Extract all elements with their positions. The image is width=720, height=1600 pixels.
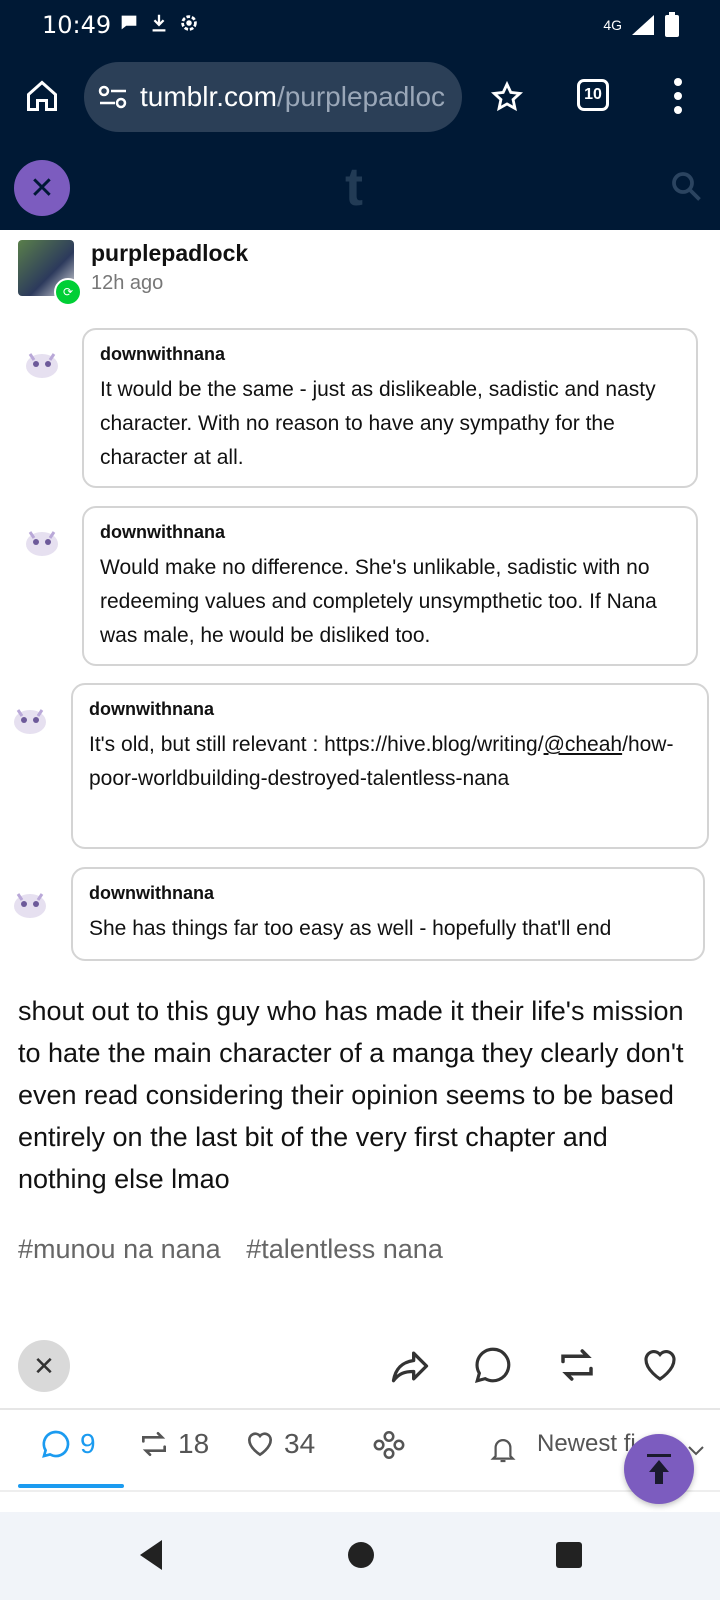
system-nav-bar	[0, 1512, 720, 1600]
home-button-icon[interactable]	[346, 1538, 376, 1572]
share-icon[interactable]	[388, 1344, 432, 1388]
reply-icon	[42, 1430, 70, 1458]
reply-text: It's old, but still relevant : https://h…	[89, 728, 691, 796]
dismiss-button[interactable]: ✕	[18, 1340, 70, 1392]
close-post-button[interactable]: ✕	[14, 160, 70, 216]
reply-text-part: It's old, but still relevant : https://h…	[89, 733, 544, 756]
tab-replies[interactable]: 9	[40, 1428, 96, 1460]
scroll-to-top-button[interactable]	[624, 1434, 694, 1504]
reblog-icon[interactable]	[556, 1344, 598, 1386]
like-heart-icon	[248, 1432, 272, 1457]
reply-username: downwithnana	[89, 699, 214, 719]
status-icons	[118, 12, 200, 34]
tab-count-button[interactable]: 10	[577, 79, 609, 111]
creature-avatar-icon	[14, 709, 46, 734]
notes-tabs: 9 18 34 Newest fi	[0, 1410, 720, 1490]
creature-avatar-icon	[14, 893, 46, 918]
creature-avatar-icon	[26, 531, 58, 556]
post-author[interactable]: purplepadlock	[91, 240, 248, 267]
status-right: 4G	[603, 12, 680, 38]
url-bar[interactable]: tumblr.com/purplepadloc	[84, 62, 462, 132]
download-icon	[152, 14, 166, 32]
url-path: /purplepadloc	[276, 81, 446, 112]
site-settings-icon[interactable]	[98, 84, 128, 110]
quoted-reply: downwithnana She has things far too easy…	[71, 867, 705, 961]
reply-text: Would make no difference. She's unlikabl…	[100, 556, 657, 647]
arrow-up-icon	[647, 1454, 671, 1484]
bookmark-star-icon[interactable]	[490, 80, 524, 114]
mention-link[interactable]: @cheah	[544, 733, 623, 756]
status-bar: 10:49 4G	[0, 0, 720, 48]
post-time: 12h ago	[91, 272, 164, 294]
reblogs-count: 18	[178, 1428, 210, 1459]
tab-reblogs[interactable]: 18	[138, 1428, 209, 1460]
replies-count: 9	[80, 1428, 96, 1459]
recents-icon[interactable]	[554, 1538, 584, 1572]
sort-dropdown[interactable]: Newest fi	[537, 1430, 636, 1458]
post-tags: #munou na nana #talentless nana	[18, 1234, 461, 1265]
reply-text: She has things far too easy as well - ho…	[89, 917, 612, 940]
like-heart-icon[interactable]	[638, 1344, 682, 1386]
network-label: 4G	[603, 17, 622, 33]
close-icon: ✕	[29, 171, 55, 205]
post-actions: ✕	[0, 1330, 720, 1410]
quoted-reply: downwithnana Would make no difference. S…	[82, 506, 698, 666]
reply-text: It would be the same - just as dislikeab…	[100, 378, 656, 469]
reblog-badge-icon: ⟳	[54, 278, 82, 306]
reply-username: downwithnana	[100, 522, 225, 542]
url-host: tumblr.com	[140, 81, 277, 112]
status-time: 10:49	[42, 11, 112, 39]
tag-link[interactable]: #munou na nana	[18, 1234, 221, 1264]
home-icon[interactable]	[24, 78, 60, 114]
quoted-reply: downwithnana It's old, but still relevan…	[71, 683, 709, 849]
reply-username: downwithnana	[100, 344, 225, 364]
tumblr-header: ✕ t	[0, 150, 720, 230]
search-icon[interactable]	[668, 168, 704, 204]
reblog-icon	[142, 1432, 166, 1456]
settings-icon	[181, 15, 197, 31]
chat-notification-icon	[121, 15, 137, 30]
reply-username: downwithnana	[89, 883, 214, 903]
notification-bell-icon[interactable]	[488, 1434, 518, 1466]
battery-icon	[665, 12, 679, 37]
top-bar: 10:49 4G tumblr.com/purplepadloc 10 ✕ t	[0, 0, 720, 230]
back-icon[interactable]	[136, 1538, 166, 1572]
active-tab-indicator	[18, 1484, 124, 1488]
tag-link[interactable]: #talentless nana	[246, 1234, 443, 1264]
quoted-reply: downwithnana It would be the same - just…	[82, 328, 698, 488]
url-text: tumblr.com/purplepadloc	[140, 81, 445, 113]
tumblr-logo[interactable]: t	[345, 156, 363, 218]
close-icon: ✕	[33, 1350, 55, 1381]
reply-icon[interactable]	[472, 1344, 514, 1386]
divider	[0, 1490, 720, 1492]
likes-count: 34	[284, 1428, 316, 1459]
tab-community[interactable]	[372, 1428, 406, 1462]
creature-avatar-icon	[26, 353, 58, 378]
tab-likes[interactable]: 34	[244, 1428, 315, 1460]
signal-icon	[632, 15, 654, 35]
browser-toolbar: tumblr.com/purplepadloc 10	[0, 60, 720, 136]
post-caption: shout out to this guy who has made it th…	[18, 996, 684, 1194]
more-options-icon[interactable]	[672, 76, 684, 116]
community-icon	[373, 1430, 405, 1460]
